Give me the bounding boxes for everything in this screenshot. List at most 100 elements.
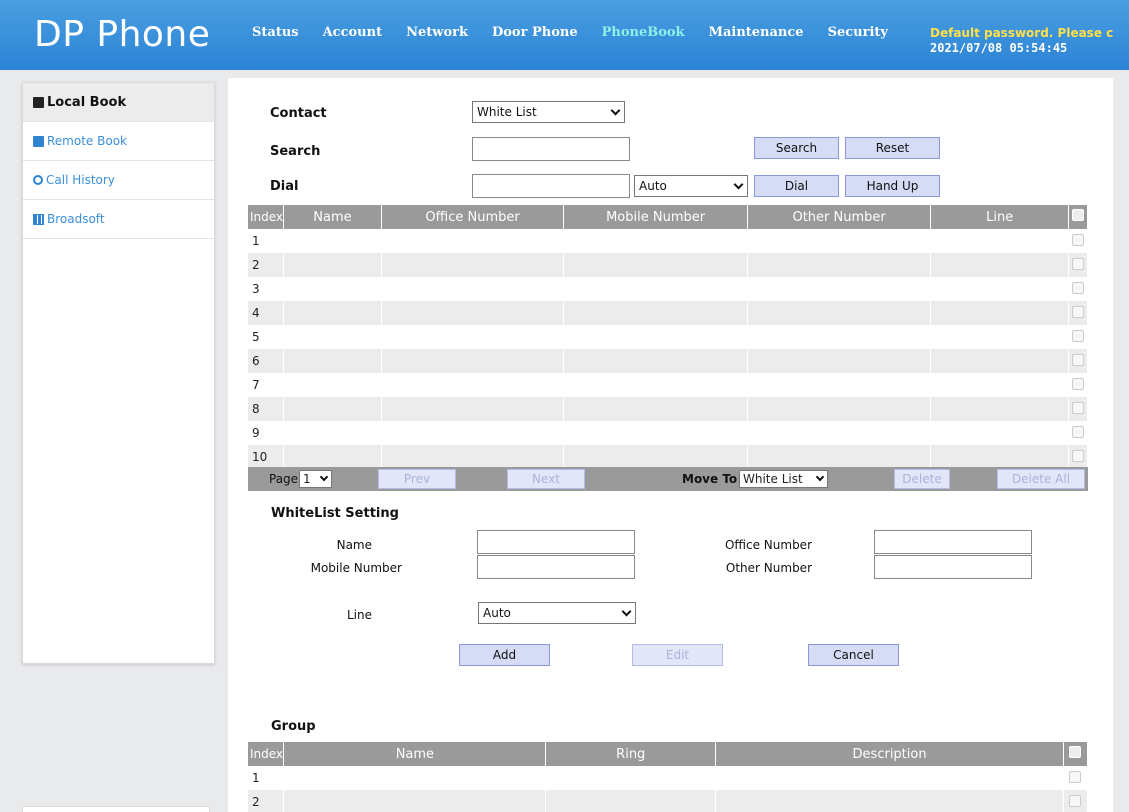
group-select-all-checkbox[interactable] — [1069, 746, 1082, 758]
table-cell — [283, 325, 382, 349]
group-col-ring: Ring — [545, 742, 717, 766]
move-to-select-value: White List — [743, 472, 803, 486]
move-to-select[interactable]: White List — [739, 470, 828, 488]
move-to-label: Move To — [682, 472, 738, 486]
row-checkbox[interactable] — [1071, 233, 1084, 246]
table-row[interactable]: 8 — [248, 397, 1089, 421]
row-checkbox[interactable] — [1071, 353, 1084, 366]
sidebar-item-local-book[interactable]: Local Book — [23, 83, 214, 122]
prev-button[interactable]: Prev — [378, 469, 456, 489]
table-row[interactable]: 10 — [248, 445, 1089, 469]
table-header-row: Index Name Office Number Mobile Number O… — [248, 205, 1089, 229]
row-index: 2 — [248, 790, 285, 812]
page-label: Page — [269, 472, 299, 486]
reset-button[interactable]: Reset — [845, 137, 940, 159]
name-input[interactable] — [477, 530, 635, 554]
line-select[interactable]: Auto — [478, 602, 636, 624]
table-cell — [747, 445, 932, 469]
row-checkbox[interactable] — [1069, 770, 1082, 783]
search-button[interactable]: Search — [754, 137, 839, 159]
row-checkbox[interactable] — [1071, 425, 1084, 438]
table-cell — [283, 766, 547, 790]
nav-maintenance[interactable]: Maintenance — [697, 0, 816, 70]
row-checkbox[interactable] — [1071, 257, 1084, 270]
dial-input[interactable] — [472, 174, 630, 198]
nav-door-phone[interactable]: Door Phone — [480, 0, 590, 70]
hang-up-button[interactable]: Hand Up — [845, 175, 940, 197]
delete-button[interactable]: Delete — [894, 469, 950, 489]
table-cell — [563, 397, 748, 421]
sidebar-item-remote-book[interactable]: Remote Book — [23, 122, 214, 161]
other-number-input[interactable] — [874, 555, 1032, 579]
dial-label: Dial — [270, 179, 299, 194]
row-index: 3 — [248, 277, 285, 301]
sidebar-item-call-history[interactable]: Call History — [23, 161, 214, 200]
table-row[interactable]: 2 — [248, 253, 1089, 277]
table-row[interactable]: 5 — [248, 325, 1089, 349]
row-select-cell — [1068, 349, 1089, 373]
contact-select[interactable]: White List — [472, 101, 625, 123]
row-checkbox[interactable] — [1071, 281, 1084, 294]
top-header: DP Phone Status Account Network Door Pho… — [0, 0, 1129, 70]
nav-phonebook[interactable]: PhoneBook — [590, 0, 697, 70]
col-mobile-number: Mobile Number — [563, 205, 748, 229]
app-logo: DP Phone — [34, 14, 211, 55]
default-password-warning[interactable]: Default password. Please c — [930, 26, 1129, 40]
contacts-table-body: 1 2 3 4 5 6 7 8 9 10 — [248, 229, 1089, 469]
office-number-input[interactable] — [874, 530, 1032, 554]
table-row[interactable]: 3 — [248, 277, 1089, 301]
table-row[interactable]: 1 — [248, 766, 1089, 790]
next-button[interactable]: Next — [507, 469, 585, 489]
table-row[interactable]: 6 — [248, 349, 1089, 373]
table-cell — [381, 421, 565, 445]
row-select-cell — [1068, 397, 1089, 421]
table-row[interactable]: 4 — [248, 301, 1089, 325]
cancel-button[interactable]: Cancel — [808, 644, 899, 666]
line-select-value: Auto — [483, 606, 511, 620]
row-checkbox[interactable] — [1071, 329, 1084, 342]
other-number-label: Other Number — [725, 561, 812, 575]
chevron-down-icon — [621, 606, 632, 617]
row-index: 1 — [248, 229, 285, 253]
nav-status[interactable]: Status — [240, 0, 311, 70]
row-index: 9 — [248, 421, 285, 445]
edit-button[interactable]: Edit — [632, 644, 723, 666]
chevron-down-icon — [610, 105, 621, 116]
table-cell — [747, 229, 932, 253]
table-cell — [930, 397, 1069, 421]
table-cell — [930, 421, 1069, 445]
dial-mode-select[interactable]: Auto — [634, 175, 748, 197]
contacts-table: Index Name Office Number Mobile Number O… — [248, 205, 1089, 469]
row-checkbox[interactable] — [1071, 377, 1084, 390]
select-all-checkbox[interactable] — [1071, 209, 1084, 221]
pager-bar: Page 1 Prev Next Move To White List Dele… — [248, 467, 1088, 491]
sidebar-item-label: Call History — [46, 173, 115, 187]
table-cell — [381, 373, 565, 397]
row-checkbox[interactable] — [1069, 794, 1082, 807]
row-checkbox[interactable] — [1071, 305, 1084, 318]
page-select[interactable]: 1 — [299, 470, 332, 488]
table-row[interactable]: 1 — [248, 229, 1089, 253]
delete-all-button[interactable]: Delete All — [997, 469, 1085, 489]
search-input[interactable] — [472, 137, 630, 161]
col-name: Name — [283, 205, 382, 229]
sidebar-item-broadsoft[interactable]: Broadsoft — [23, 200, 214, 239]
table-cell — [283, 445, 382, 469]
table-cell — [747, 421, 932, 445]
row-index: 4 — [248, 301, 285, 325]
nav-network[interactable]: Network — [394, 0, 480, 70]
mobile-number-input[interactable] — [477, 555, 635, 579]
table-cell — [283, 253, 382, 277]
row-index: 6 — [248, 349, 285, 373]
add-button[interactable]: Add — [459, 644, 550, 666]
table-row[interactable]: 7 — [248, 373, 1089, 397]
table-cell — [563, 253, 748, 277]
row-checkbox[interactable] — [1071, 401, 1084, 414]
table-row[interactable]: 2 — [248, 790, 1089, 812]
table-row[interactable]: 9 — [248, 421, 1089, 445]
nav-security[interactable]: Security — [816, 0, 900, 70]
row-checkbox[interactable] — [1071, 449, 1084, 462]
dial-button[interactable]: Dial — [754, 175, 839, 197]
sidebar-item-label: Local Book — [47, 94, 127, 110]
nav-account[interactable]: Account — [311, 0, 395, 70]
